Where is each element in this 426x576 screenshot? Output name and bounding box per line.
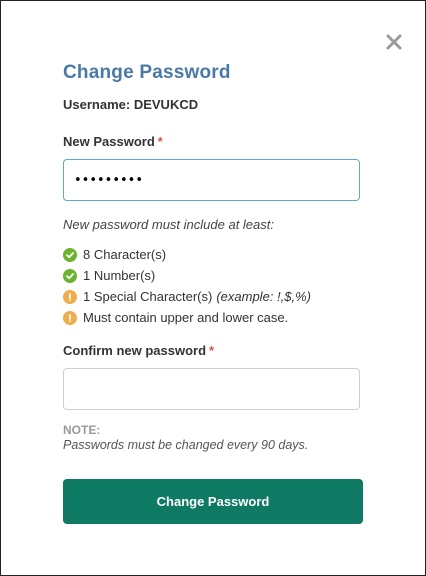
- note-title: NOTE:: [63, 423, 101, 437]
- password-rules-intro: New password must include at least:: [63, 217, 274, 232]
- username-label: Username:: [63, 97, 131, 112]
- new-password-label-text: New Password: [63, 134, 155, 149]
- change-password-dialog: Change Password Username: DEVUKCD New Pa…: [0, 0, 426, 576]
- rule-text: 8 Character(s): [83, 247, 167, 262]
- password-rules-list: 8 Character(s) 1 Number(s) 1 Special Cha…: [63, 244, 311, 328]
- new-password-label: New Password *: [63, 134, 163, 149]
- rule-item: 1 Number(s): [63, 265, 311, 286]
- rule-text: 1 Special Character(s): [83, 289, 213, 304]
- exclamation-circle-icon: [63, 289, 77, 304]
- rule-text: Must contain upper and lower case.: [83, 310, 289, 325]
- rule-item: 8 Character(s): [63, 244, 311, 265]
- note-text: Passwords must be changed every 90 days.: [63, 438, 309, 452]
- check-circle-icon: [63, 247, 77, 262]
- confirm-password-input[interactable]: [63, 368, 360, 410]
- rule-example: (example: !,$,%): [216, 289, 311, 304]
- exclamation-circle-icon: [63, 310, 77, 325]
- new-password-input[interactable]: [63, 159, 360, 201]
- check-circle-icon: [63, 268, 77, 283]
- rule-text: 1 Number(s): [83, 268, 156, 283]
- close-icon[interactable]: [385, 33, 403, 51]
- username-line: Username: DEVUKCD: [63, 97, 198, 112]
- username-value: DEVUKCD: [133, 97, 199, 112]
- rule-item: Must contain upper and lower case.: [63, 307, 311, 328]
- rule-item: 1 Special Character(s) (example: !,$,%): [63, 286, 311, 307]
- confirm-password-label: Confirm new password *: [63, 343, 214, 358]
- change-password-button[interactable]: Change Password: [63, 479, 363, 524]
- required-marker: *: [209, 343, 215, 358]
- dialog-title: Change Password: [63, 62, 231, 83]
- required-marker: *: [157, 134, 163, 149]
- confirm-password-label-text: Confirm new password: [63, 343, 207, 358]
